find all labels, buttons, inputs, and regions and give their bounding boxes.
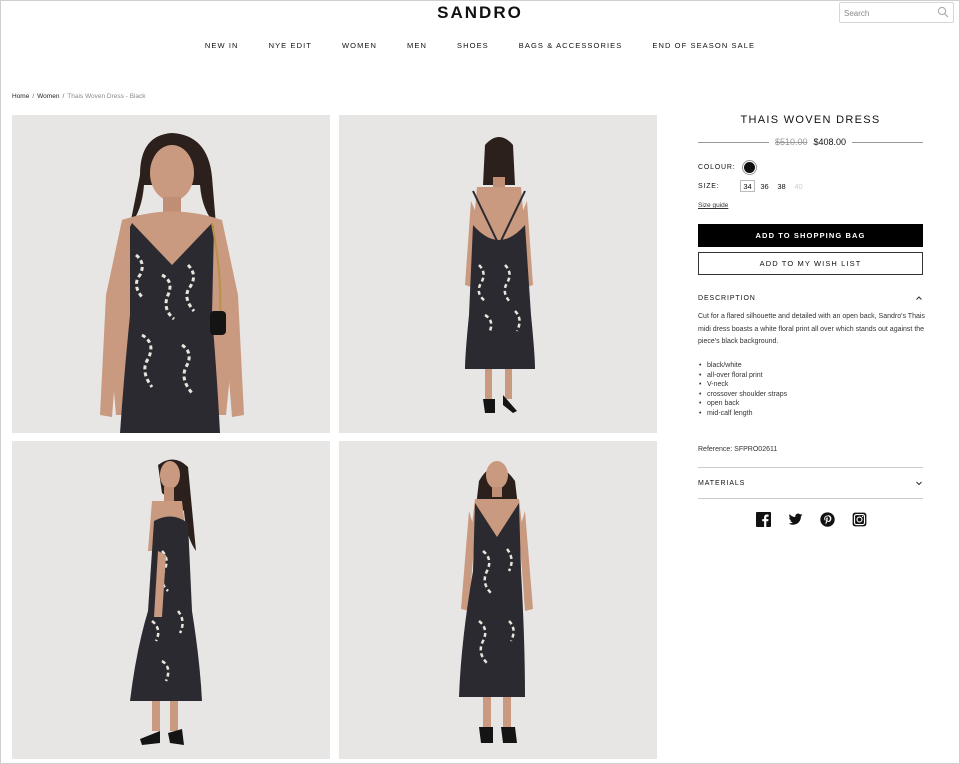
- twitter-icon[interactable]: [788, 512, 803, 527]
- add-to-bag-button[interactable]: ADD TO SHOPPING BAG: [698, 224, 923, 247]
- list-item: V-neck: [699, 380, 787, 390]
- chevron-down-icon[interactable]: [915, 479, 923, 487]
- breadcrumb-separator: /: [32, 93, 35, 100]
- model-side-view-illustration: [130, 459, 202, 745]
- pinterest-icon[interactable]: [820, 512, 835, 527]
- instagram-icon[interactable]: [852, 512, 867, 527]
- front-closeup-photo[interactable]: [12, 115, 330, 433]
- size-option-34[interactable]: 34: [740, 180, 755, 192]
- list-item: open back: [699, 399, 787, 409]
- feature-list: black/white all-over floral print V-neck…: [699, 361, 787, 419]
- description-accordion-header[interactable]: DESCRIPTION: [698, 294, 923, 302]
- colour-selector: COLOUR:: [698, 162, 755, 173]
- price-row: $510.00 $408.00: [698, 137, 923, 147]
- brand-logo[interactable]: SANDRO: [0, 3, 960, 23]
- back-view-photo[interactable]: [339, 115, 657, 433]
- breadcrumb-separator: /: [62, 93, 65, 100]
- search-icon[interactable]: [937, 6, 949, 18]
- description-text: Cut for a flared silhouette and detailed…: [698, 313, 925, 345]
- chevron-up-icon[interactable]: [915, 294, 923, 302]
- original-price: $510.00: [774, 137, 808, 147]
- product-reference: Reference: SFPRO02611: [698, 446, 778, 453]
- search-input[interactable]: [840, 4, 932, 23]
- size-selector: SIZE: 34 36 38 40: [698, 180, 808, 192]
- social-share-links: [756, 512, 867, 527]
- nav-bags-accessories[interactable]: BAGS & ACCESSORIES: [519, 41, 623, 50]
- front-full-photo[interactable]: [339, 441, 657, 759]
- nav-end-of-season-sale[interactable]: END OF SEASON SALE: [652, 41, 755, 50]
- model-front-closeup-illustration: [100, 133, 244, 433]
- size-guide-link[interactable]: Size guide: [698, 202, 728, 209]
- size-option-38[interactable]: 38: [774, 180, 789, 192]
- nav-new-in[interactable]: NEW IN: [205, 41, 239, 50]
- list-item: mid-calf length: [699, 409, 787, 419]
- list-item: crossover shoulder straps: [699, 390, 787, 400]
- breadcrumb: Home / Women / Thais Woven Dress - Black: [12, 93, 146, 100]
- divider: [698, 467, 923, 468]
- price-divider: [852, 141, 923, 143]
- facebook-icon[interactable]: [756, 512, 771, 527]
- size-option-36[interactable]: 36: [757, 180, 772, 192]
- main-nav: NEW IN NYE EDIT WOMEN MEN SHOES BAGS & A…: [0, 41, 960, 50]
- breadcrumb-current: Thais Woven Dress - Black: [67, 93, 146, 100]
- product-title: THAIS WOVEN DRESS: [740, 114, 881, 126]
- model-front-full-illustration: [459, 461, 533, 743]
- size-label: SIZE:: [698, 182, 720, 190]
- add-to-wishlist-button[interactable]: ADD TO MY WISH LIST: [698, 252, 923, 275]
- price-divider: [698, 141, 769, 143]
- nav-women[interactable]: WOMEN: [342, 41, 377, 50]
- model-back-view-illustration: [465, 137, 535, 413]
- list-item: black/white: [699, 361, 787, 371]
- divider: [698, 498, 923, 499]
- nav-shoes[interactable]: SHOES: [457, 41, 489, 50]
- materials-heading: MATERIALS: [698, 479, 746, 487]
- breadcrumb-home[interactable]: Home: [12, 93, 29, 100]
- materials-accordion-header[interactable]: MATERIALS: [698, 479, 923, 487]
- size-option-40: 40: [794, 181, 803, 191]
- breadcrumb-women[interactable]: Women: [37, 93, 59, 100]
- search-box[interactable]: [839, 2, 954, 23]
- description-heading: DESCRIPTION: [698, 294, 756, 302]
- colour-label: COLOUR:: [698, 164, 736, 171]
- nav-men[interactable]: MEN: [407, 41, 427, 50]
- nav-nye-edit[interactable]: NYE EDIT: [269, 41, 312, 50]
- sale-price: $408.00: [813, 137, 847, 147]
- list-item: all-over floral print: [699, 371, 787, 381]
- side-view-photo[interactable]: [12, 441, 330, 759]
- colour-swatch-black[interactable]: [744, 162, 755, 173]
